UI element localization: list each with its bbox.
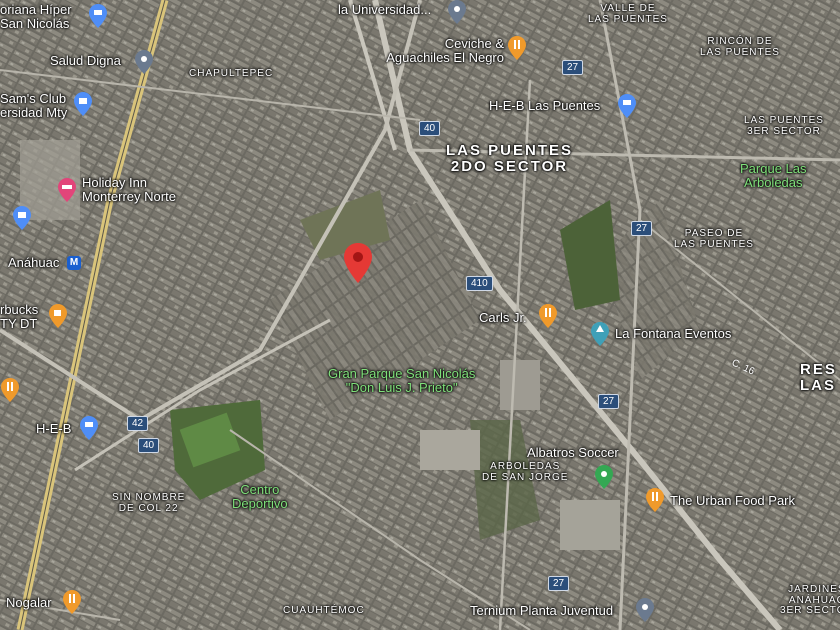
poi-holiday[interactable]: Holiday Inn Monterrey Norte — [82, 176, 176, 203]
shopping-cart-icon[interactable] — [89, 4, 107, 28]
poi-nogalar-label: Nogalar — [6, 595, 52, 610]
area-chapultepec: CHAPULTEPEC — [189, 68, 274, 79]
restaurant-icon[interactable] — [63, 590, 81, 614]
restaurant-icon[interactable] — [646, 488, 664, 512]
road-shield-27: 27 — [562, 60, 584, 75]
restaurant-icon[interactable] — [539, 304, 557, 328]
road-shield-27: 27 — [548, 576, 570, 591]
shopping-cart-icon[interactable] — [80, 416, 98, 440]
area-valle: VALLE DE LAS PUENTES — [588, 3, 668, 25]
poi-starbucks-label: rbucks TY DT — [0, 302, 39, 331]
restaurant-icon[interactable] — [1, 378, 19, 402]
poi-ceviche[interactable]: Ceviche & Aguachiles El Negro — [368, 37, 504, 64]
poi-ceviche-label: Ceviche & Aguachiles El Negro — [386, 36, 504, 65]
poi-starbucks[interactable]: rbucks TY DT — [0, 303, 38, 330]
area-res: RES LAS — [800, 361, 837, 394]
poi-soriana[interactable]: oriana Híper San Nicolás — [0, 3, 72, 30]
map-view[interactable]: oriana Híper San Nicolás la Universidad.… — [0, 0, 840, 630]
metro-icon-letter: M — [69, 257, 79, 268]
area-arboledas: ARBOLEDAS DE SAN JORGE — [482, 461, 569, 483]
poi-urban-label: The Urban Food Park — [670, 493, 796, 508]
shopping-bag-icon[interactable] — [74, 92, 92, 116]
park-arboledas[interactable]: Parque Las Arboledas — [740, 162, 807, 189]
area-rincon: RINCÓN DE LAS PUENTES — [700, 36, 780, 58]
poi-heb-puentes[interactable]: H-E-B Las Puentes — [489, 99, 600, 113]
poi-ternium-label: Ternium Planta Juventud — [470, 603, 614, 618]
event-icon[interactable] — [591, 322, 609, 346]
area-puentes2: LAS PUENTES 2DO SECTOR — [446, 142, 574, 175]
sports-icon[interactable] — [595, 465, 613, 489]
road-shield-27: 27 — [631, 221, 653, 236]
poi-holiday-label: Holiday Inn Monterrey Norte — [82, 175, 176, 204]
poi-fontana-label: La Fontana Eventos — [615, 326, 732, 341]
location-pin-icon[interactable] — [344, 243, 372, 283]
road-shield-40: 40 — [419, 121, 441, 136]
poi-anahuac[interactable]: Anáhuac — [8, 256, 59, 270]
metro-icon[interactable]: M — [67, 256, 81, 270]
road-shield-410: 410 — [466, 276, 493, 291]
place-icon[interactable] — [636, 598, 654, 622]
poi-salud[interactable]: Salud Digna — [50, 54, 121, 68]
hotel-icon[interactable] — [58, 178, 76, 202]
road-shield-42: 42 — [127, 416, 149, 431]
poi-carls-label: Carls Jr. — [479, 310, 527, 325]
poi-carls[interactable]: Carls Jr. — [479, 311, 527, 325]
park-gran[interactable]: Gran Parque San Nicolás "Don Luis J. Pri… — [328, 367, 475, 394]
shopping-bag-icon[interactable] — [13, 206, 31, 230]
restaurant-icon[interactable] — [508, 36, 526, 60]
poi-sams-label: Sam's Club ersidad Mty — [0, 91, 68, 120]
shopping-cart-icon[interactable] — [618, 94, 636, 118]
poi-universidad-label: la Universidad... — [338, 2, 432, 17]
place-icon[interactable] — [448, 0, 466, 24]
park-centro[interactable]: Centro Deportivo — [232, 483, 288, 510]
satellite-base — [0, 0, 840, 630]
poi-albatros[interactable]: Albatros Soccer — [527, 446, 619, 460]
poi-sams[interactable]: Sam's Club ersidad Mty — [0, 92, 67, 119]
poi-fontana[interactable]: La Fontana Eventos — [615, 327, 731, 341]
place-icon[interactable] — [135, 50, 153, 74]
poi-heb[interactable]: H-E-B — [36, 422, 71, 436]
poi-universidad[interactable]: la Universidad... — [338, 3, 431, 17]
poi-salud-label: Salud Digna — [50, 53, 121, 68]
area-puentes3: LAS PUENTES 3ER SECTOR — [744, 115, 824, 137]
poi-heb-puentes-label: H-E-B Las Puentes — [489, 98, 601, 113]
poi-albatros-label: Albatros Soccer — [527, 445, 619, 460]
area-cuauhtemoc: CUAUHTÉMOC — [283, 605, 365, 616]
area-sinnombre: SIN NOMBRE DE COL 22 — [112, 492, 186, 514]
coffee-icon[interactable] — [49, 304, 67, 328]
road-shield-27: 27 — [598, 394, 620, 409]
poi-nogalar[interactable]: Nogalar — [6, 596, 52, 610]
poi-urban[interactable]: The Urban Food Park — [670, 494, 795, 508]
area-jardines: JARDINES ANÁHUAC 3ER SECTOR — [780, 584, 840, 616]
area-paseo: PASEO DE LAS PUENTES — [674, 228, 754, 250]
road-shield-40: 40 — [138, 438, 160, 453]
poi-heb-label: H-E-B — [36, 421, 72, 436]
poi-ternium[interactable]: Ternium Planta Juventud — [470, 604, 613, 618]
poi-soriana-label: oriana Híper San Nicolás — [0, 2, 72, 31]
poi-anahuac-label: Anáhuac — [8, 255, 60, 270]
